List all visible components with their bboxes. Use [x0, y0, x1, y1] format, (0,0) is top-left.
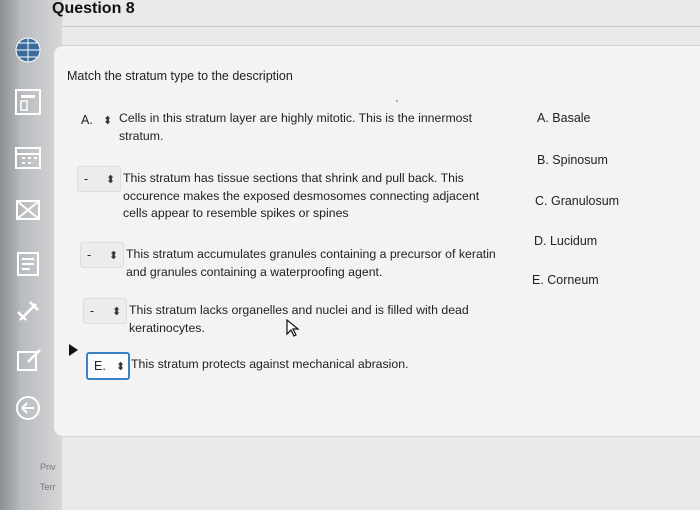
description-5: This stratum protects against mechanical…	[131, 356, 409, 374]
description-line: and granules containing a waterproofing …	[126, 264, 383, 279]
calendar-icon[interactable]	[10, 142, 46, 174]
description-line: occurence makes the exposed desmosomes c…	[123, 188, 480, 203]
description-line: This stratum has tissue sections that sh…	[123, 171, 464, 185]
select-value: A.	[81, 113, 93, 127]
commons-icon[interactable]	[10, 344, 46, 376]
stepper-arrows-icon: ⬍	[103, 114, 113, 127]
question-title: Question 8	[52, 0, 135, 17]
match-select-4[interactable]: - ⬍	[83, 298, 127, 324]
description-3: This stratum accumulates granules contai…	[126, 246, 496, 281]
answer-option-e: E. Corneum	[532, 273, 599, 287]
description-line: This stratum accumulates granules contai…	[126, 247, 496, 261]
privacy-link[interactable]: Priv	[40, 462, 56, 472]
match-select-2[interactable]: - ⬍	[77, 166, 121, 192]
stepper-arrows-icon: ⬍	[106, 173, 116, 186]
answer-option-c: C. Granulosum	[535, 194, 620, 208]
gradebook-icon[interactable]	[10, 86, 46, 118]
select-value: -	[90, 304, 95, 318]
description-line: This stratum protects against mechanical…	[131, 357, 409, 371]
satellite-icon[interactable]	[10, 296, 46, 328]
description-line: cells appear to resemble spikes or spine…	[123, 206, 349, 220]
match-select-5[interactable]: E. ⬍	[86, 352, 130, 380]
description-1: Cells in this stratum layer are highly m…	[119, 110, 472, 145]
description-line: This stratum lacks organelles and nuclei…	[129, 303, 469, 317]
select-value: -	[84, 172, 89, 186]
match-select-3[interactable]: - ⬍	[80, 242, 124, 268]
select-value: E.	[94, 359, 106, 373]
decorative-dot	[396, 100, 398, 102]
match-select-1[interactable]: A. ⬍	[74, 107, 118, 133]
select-value: -	[87, 248, 92, 262]
terms-link[interactable]: Terr	[40, 482, 56, 492]
answer-option-d: D. Lucidum	[534, 234, 598, 248]
globe-icon[interactable]	[10, 34, 46, 66]
current-item-pointer-icon	[69, 344, 78, 356]
history-icon[interactable]	[10, 248, 46, 280]
back-arrow-icon[interactable]	[10, 392, 46, 424]
header-divider	[62, 26, 700, 27]
stepper-arrows-icon: ⬍	[116, 360, 126, 373]
stepper-arrows-icon: ⬍	[109, 249, 119, 262]
mouse-cursor-icon	[286, 318, 300, 337]
description-2: This stratum has tissue sections that sh…	[123, 170, 479, 223]
stepper-arrows-icon: ⬍	[112, 305, 122, 318]
description-line: stratum.	[119, 128, 164, 143]
inbox-icon[interactable]	[10, 194, 46, 226]
question-card	[53, 45, 700, 437]
answer-option-a: A. Basale	[537, 111, 591, 125]
question-instruction: Match the stratum type to the descriptio…	[67, 69, 293, 83]
answer-option-b: B. Spinosum	[537, 153, 608, 167]
description-line: Cells in this stratum layer are highly m…	[119, 111, 473, 125]
